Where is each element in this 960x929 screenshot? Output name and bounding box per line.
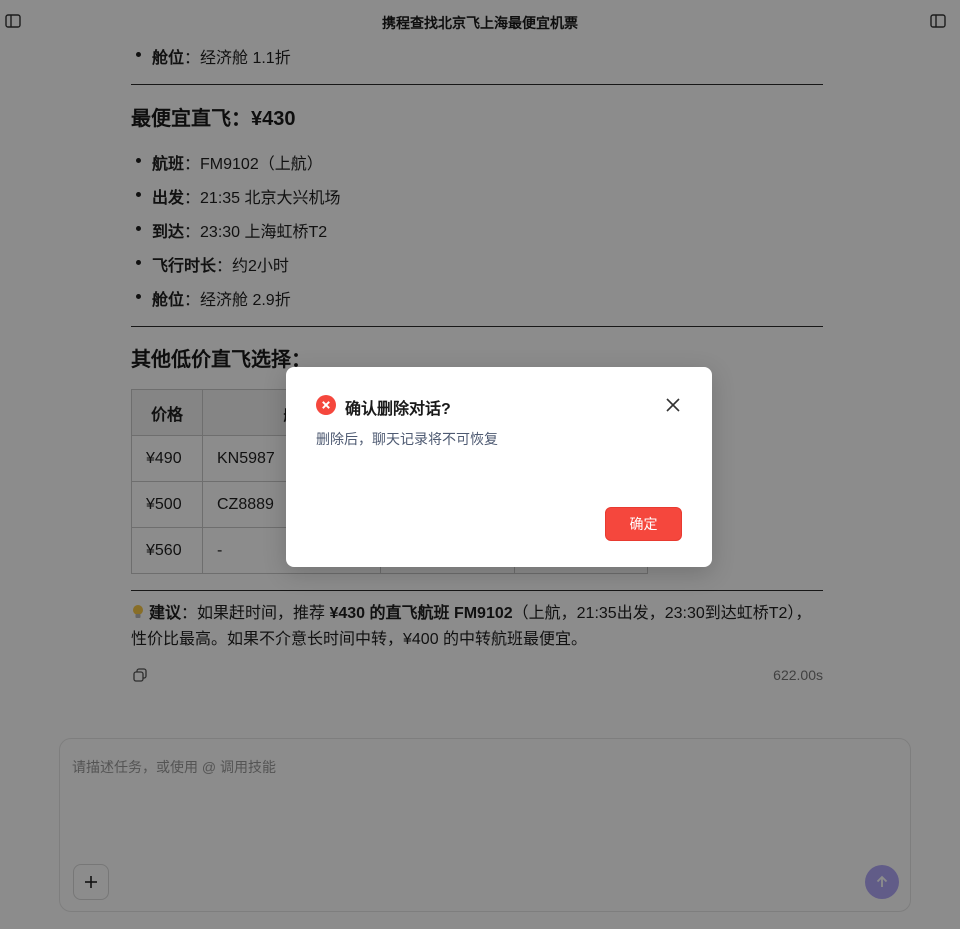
dialog-title: 确认删除对话? — [345, 401, 451, 418]
close-icon[interactable] — [664, 396, 682, 414]
dialog-description: 删除后，聊天记录将不可恢复 — [316, 431, 498, 447]
error-icon — [316, 395, 336, 415]
confirm-button[interactable]: 确定 — [605, 507, 682, 541]
confirm-delete-dialog: 确认删除对话? 删除后，聊天记录将不可恢复 确定 — [286, 367, 712, 567]
